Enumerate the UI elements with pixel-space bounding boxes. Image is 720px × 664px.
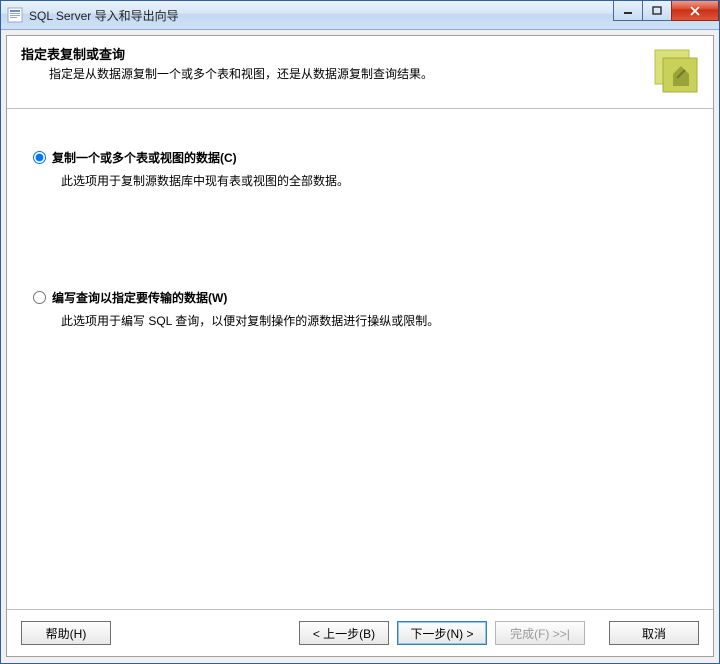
client-area: 指定表复制或查询 指定是从数据源复制一个或多个表和视图，还是从数据源复制查询结果… [6,35,714,657]
maximize-icon [652,6,662,16]
window-title: SQL Server 导入和导出向导 [29,7,179,24]
help-button[interactable]: 帮助(H) [21,621,111,645]
option-query-desc: 此选项用于编写 SQL 查询，以便对复制操作的源数据进行操纵或限制。 [61,312,687,329]
minimize-icon [623,6,633,16]
option-write-query: 编写查询以指定要传输的数据(W) 此选项用于编写 SQL 查询，以便对复制操作的… [33,289,687,329]
option-copy-head[interactable]: 复制一个或多个表或视图的数据(C) [33,149,687,166]
window-controls [614,1,719,21]
back-button[interactable]: < 上一步(B) [299,621,389,645]
page-subtitle: 指定是从数据源复制一个或多个表和视图，还是从数据源复制查询结果。 [49,65,699,82]
finish-button[interactable]: 完成(F) >>| [495,621,585,645]
app-icon [7,7,23,23]
option-copy-label: 复制一个或多个表或视图的数据(C) [52,149,237,166]
wizard-icon [649,44,701,96]
cancel-button[interactable]: 取消 [609,621,699,645]
option-copy-desc: 此选项用于复制源数据库中现有表或视图的全部数据。 [61,172,687,189]
page-title: 指定表复制或查询 [21,44,699,63]
option-query-label: 编写查询以指定要传输的数据(W) [52,289,227,306]
option-query-head[interactable]: 编写查询以指定要传输的数据(W) [33,289,687,306]
maximize-button[interactable] [642,1,672,21]
close-button[interactable] [671,1,719,21]
wizard-body: 复制一个或多个表或视图的数据(C) 此选项用于复制源数据库中现有表或视图的全部数… [7,109,713,329]
wizard-footer: 帮助(H) < 上一步(B) 下一步(N) > 完成(F) >>| 取消 [7,609,713,656]
option-copy-tables: 复制一个或多个表或视图的数据(C) 此选项用于复制源数据库中现有表或视图的全部数… [33,149,687,189]
radio-copy-tables[interactable] [33,151,46,164]
close-icon [689,6,701,16]
radio-write-query[interactable] [33,291,46,304]
titlebar[interactable]: SQL Server 导入和导出向导 [1,1,719,30]
window-frame: SQL Server 导入和导出向导 指定表复制或查询 [0,0,720,664]
next-button[interactable]: 下一步(N) > [397,621,487,645]
wizard-header: 指定表复制或查询 指定是从数据源复制一个或多个表和视图，还是从数据源复制查询结果… [7,36,713,109]
minimize-button[interactable] [613,1,643,21]
